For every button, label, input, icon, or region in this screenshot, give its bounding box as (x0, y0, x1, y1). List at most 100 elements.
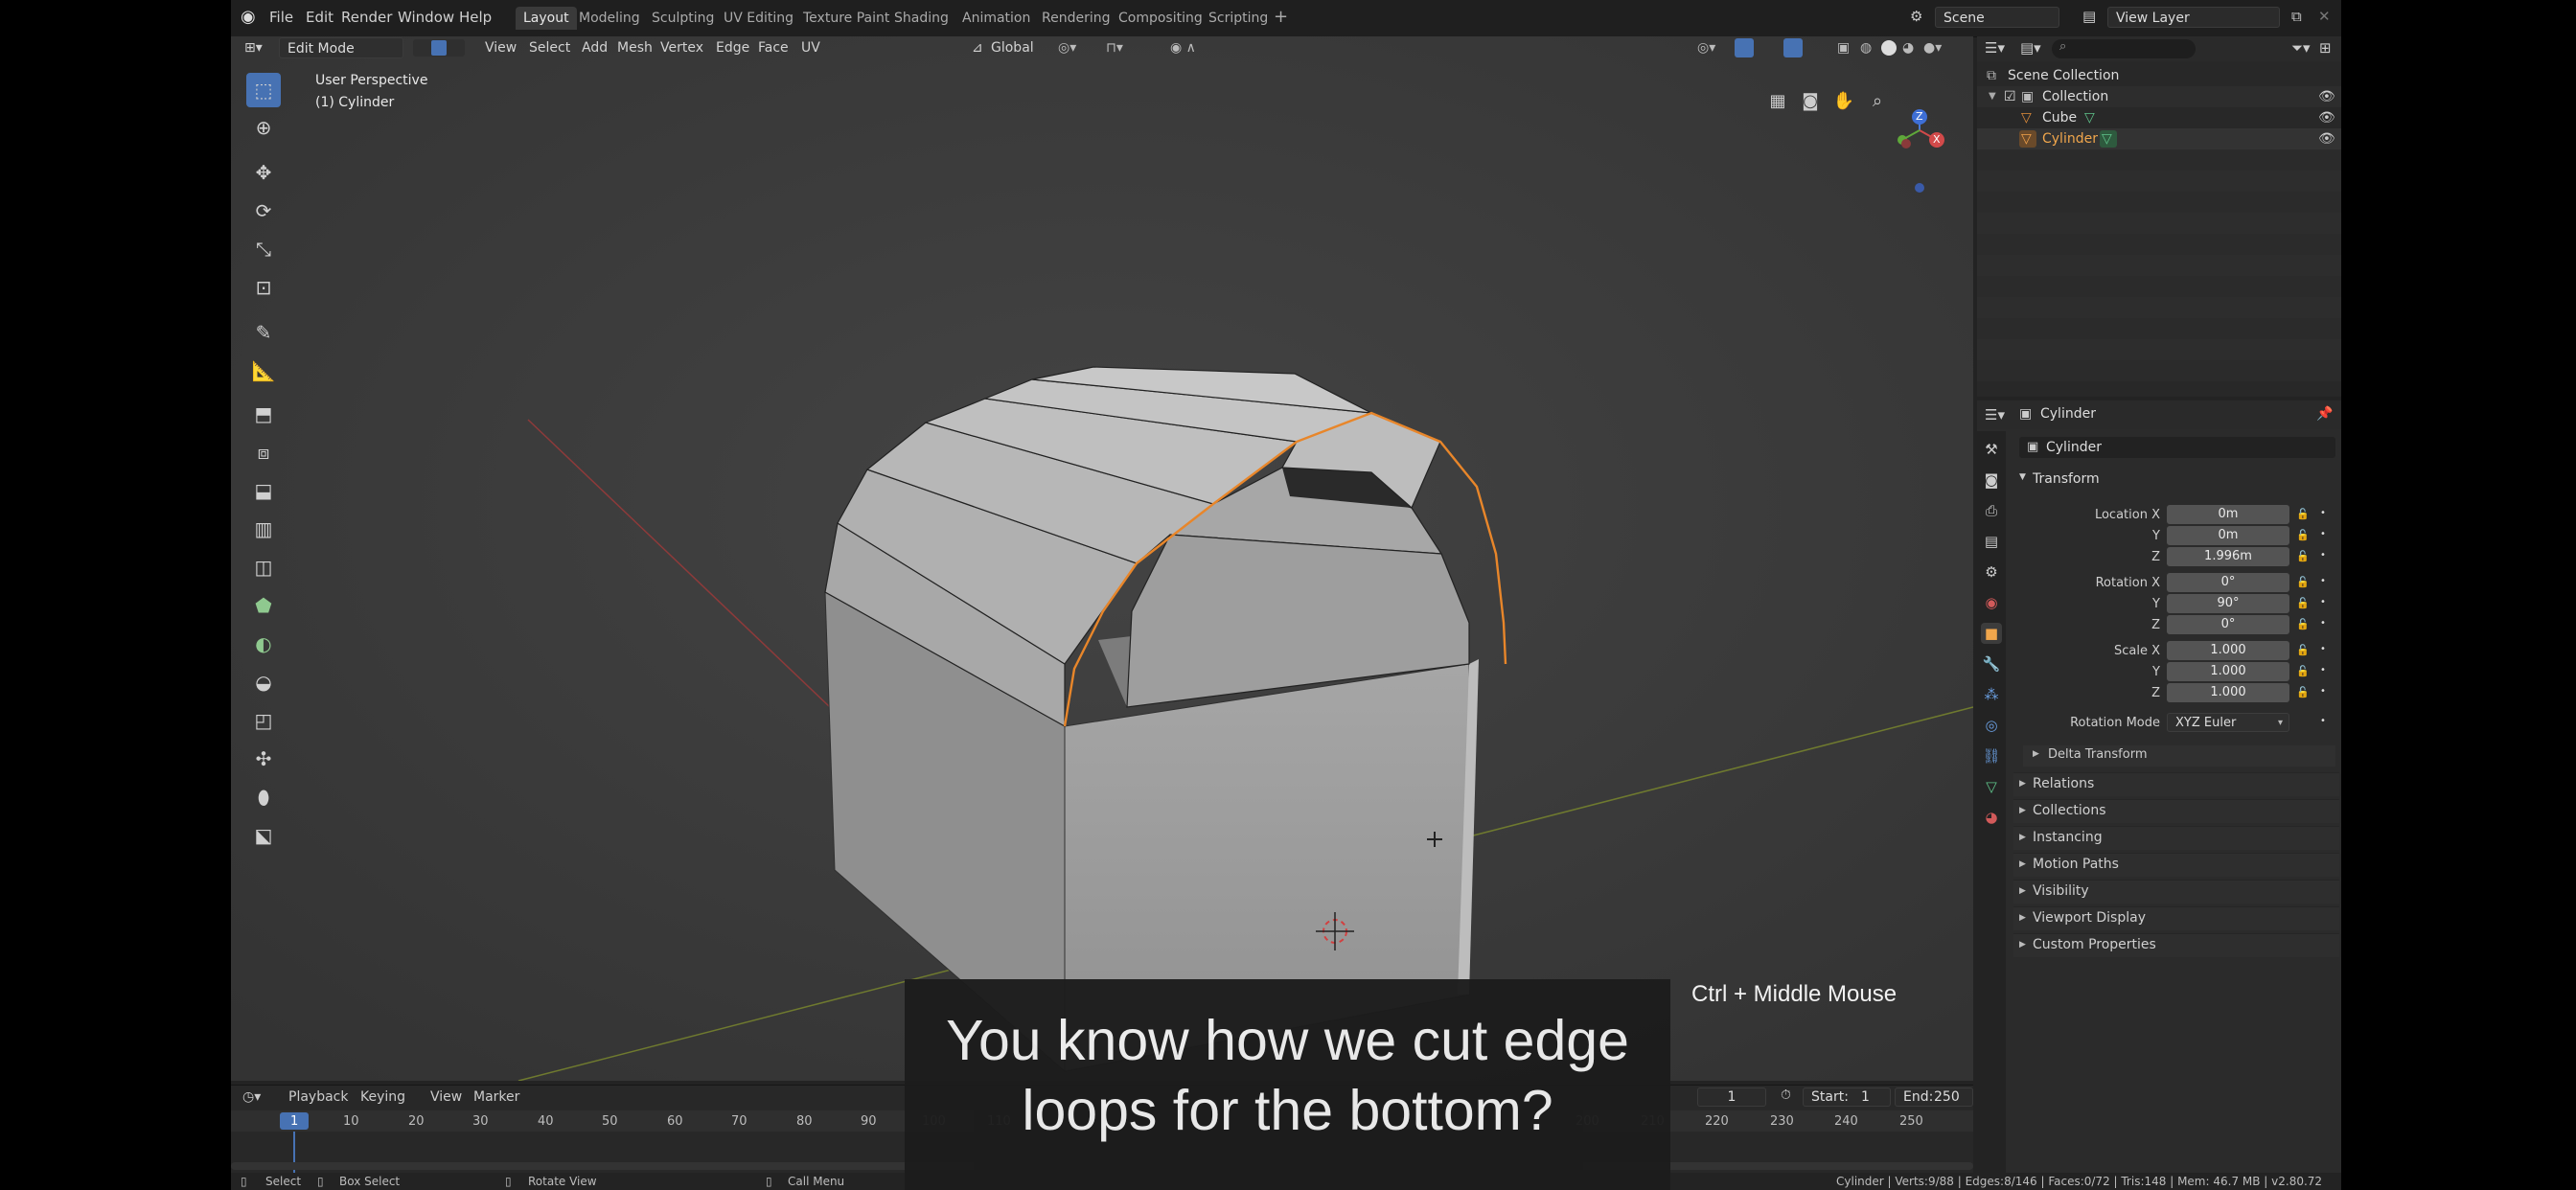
panel-custom-properties[interactable]: ▶ Custom Properties (2013, 933, 2339, 957)
transform-panel-header[interactable]: ▼ Transform (2013, 469, 2339, 492)
panel-motion-paths[interactable]: ▶ Motion Paths (2013, 853, 2339, 877)
outliner-search-input[interactable]: ⌕ (2052, 39, 2196, 58)
header-menu-vertex[interactable]: Vertex (660, 40, 703, 56)
rip-tool-icon[interactable]: ⬕ (246, 818, 281, 853)
workspace-tab-rendering[interactable]: Rendering (1034, 7, 1118, 30)
lock-icon[interactable]: 🔓 (2296, 550, 2310, 562)
inset-tool-icon[interactable]: ⧈ (246, 435, 281, 469)
location-y-field[interactable]: 0m (2167, 526, 2289, 545)
snap-icon[interactable]: ⊓▾ (1106, 40, 1123, 56)
menu-window[interactable]: Window (398, 9, 454, 26)
lock-icon[interactable]: 🔓 (2296, 618, 2310, 630)
timeline-menu-marker[interactable]: Marker (473, 1089, 519, 1105)
shrink-fatten-tool-icon[interactable]: ✣ (246, 742, 281, 776)
keyframe-dot-icon[interactable]: • (2320, 550, 2326, 561)
material-shading-icon[interactable]: ◕ (1902, 40, 1914, 56)
menu-edit[interactable]: Edit (306, 9, 334, 26)
pin-icon[interactable]: 📌 (2316, 406, 2333, 422)
keyframe-dot-icon[interactable]: • (2320, 597, 2326, 607)
keyframe-dot-icon[interactable]: • (2320, 644, 2326, 654)
panel-instancing[interactable]: ▶ Instancing (2013, 826, 2339, 850)
workspace-tab-texture-paint[interactable]: Texture Paint (795, 7, 897, 30)
rotation-z-field[interactable]: 0° (2167, 615, 2289, 634)
workspace-tab-animation[interactable]: Animation (954, 7, 1038, 30)
outliner-editor-icon[interactable]: ☰▾ (1985, 39, 2005, 57)
particles-tab-icon[interactable]: ⁂ (1981, 684, 2002, 705)
start-frame-field[interactable]: Start: 1 (1803, 1087, 1891, 1107)
lock-icon[interactable]: 🔓 (2296, 529, 2310, 541)
location-x-field[interactable]: 0m (2167, 505, 2289, 524)
tool-tab-icon[interactable]: ⚒ (1981, 439, 2002, 460)
output-tab-icon[interactable]: ⎙ (1981, 500, 2002, 521)
keyframe-dot-icon[interactable]: • (2320, 508, 2326, 518)
rendered-shading-icon[interactable]: ●▾ (1923, 40, 1942, 56)
edge-select-icon[interactable] (431, 40, 447, 56)
outliner-row-cube[interactable]: ▽ Cube ▽ 👁 (1977, 107, 2341, 128)
keyframe-dot-icon[interactable]: • (2320, 618, 2326, 629)
delta-transform-subpanel[interactable]: ▶ Delta Transform (2023, 745, 2335, 767)
panel-collections[interactable]: ▶ Collections (2013, 799, 2339, 823)
eye-icon[interactable]: 👁 (2318, 128, 2335, 149)
move-tool-icon[interactable]: ✥ (246, 155, 281, 190)
header-menu-mesh[interactable]: Mesh (617, 40, 653, 56)
lock-icon[interactable]: 🔓 (2296, 644, 2310, 656)
smooth-tool-icon[interactable]: ◒ (246, 665, 281, 699)
keyframe-dot-icon[interactable]: • (2320, 576, 2326, 586)
header-menu-add[interactable]: Add (582, 40, 608, 56)
shear-tool-icon[interactable]: ⬮ (246, 780, 281, 814)
lock-icon[interactable]: 🔓 (2296, 508, 2310, 520)
blender-logo-icon[interactable]: ◉ (241, 7, 256, 27)
extrude-tool-icon[interactable]: ⬒ (246, 397, 281, 431)
panel-relations[interactable]: ▶ Relations (2013, 772, 2339, 796)
xray-icon[interactable]: ▣ (1837, 40, 1850, 56)
lock-icon[interactable]: 🔓 (2296, 665, 2310, 677)
view-layer-field[interactable]: View Layer (2107, 7, 2280, 28)
data-tab-icon[interactable]: ▽ (1981, 776, 2002, 797)
camera-view-icon[interactable]: ◙ (1796, 86, 1825, 115)
bevel-tool-icon[interactable]: ⬓ (246, 473, 281, 508)
render-tab-icon[interactable]: ◙ (1981, 469, 2002, 491)
solid-shading-icon[interactable] (1881, 40, 1897, 56)
header-menu-uv[interactable]: UV (801, 40, 820, 56)
toggle-camera-grid-icon[interactable]: ▦ (1763, 86, 1792, 115)
filter-icon[interactable]: ⏷▾ (2291, 39, 2311, 57)
rotation-y-field[interactable]: 90° (2167, 594, 2289, 613)
workspace-tab-layout[interactable]: Layout (516, 7, 577, 30)
pivot-icon[interactable]: ◎▾ (1058, 40, 1076, 56)
scale-y-field[interactable]: 1.000 (2167, 662, 2289, 681)
object-name-field[interactable]: ▣ Cylinder (2019, 437, 2335, 458)
editor-type-icon[interactable]: ⊞▾ (244, 40, 263, 56)
rotation-x-field[interactable]: 0° (2167, 573, 2289, 592)
scale-z-field[interactable]: 1.000 (2167, 683, 2289, 702)
proportional-edit-icon[interactable]: ◉ ∧ (1170, 40, 1196, 56)
outliner-row-scene-collection[interactable]: ⧉ Scene Collection (1977, 65, 2341, 86)
close-icon[interactable]: ✕ (2318, 8, 2331, 25)
keyframe-dot-icon[interactable]: • (2320, 665, 2326, 675)
wireframe-shading-icon[interactable]: ◍ (1860, 40, 1872, 56)
modifier-tab-icon[interactable]: 🔧 (1981, 653, 2002, 675)
edge-slide-tool-icon[interactable]: ◰ (246, 703, 281, 738)
orientation-icon[interactable]: ⊿ (972, 40, 983, 56)
overlay-toggle-icon[interactable] (1783, 38, 1803, 57)
timeline-menu-view[interactable]: View (430, 1089, 462, 1105)
header-menu-edge[interactable]: Edge (716, 40, 749, 56)
rotate-tool-icon[interactable]: ⟳ (246, 194, 281, 228)
pan-view-icon[interactable]: ✋ (1829, 86, 1858, 115)
physics-tab-icon[interactable]: ◎ (1981, 715, 2002, 736)
rotation-mode-dropdown[interactable]: XYZ Euler ▾ (2167, 713, 2289, 732)
scene-tab-icon[interactable]: ⚙ (1981, 561, 2002, 583)
zoom-view-icon[interactable]: ⌕ (1863, 86, 1892, 115)
spin-tool-icon[interactable]: ◐ (246, 627, 281, 661)
lock-icon[interactable]: 🔓 (2296, 597, 2310, 609)
world-tab-icon[interactable]: ◉ (1981, 592, 2002, 613)
header-menu-select[interactable]: Select (529, 40, 570, 56)
keyframe-dot-icon[interactable]: • (2320, 716, 2326, 726)
menu-render[interactable]: Render (341, 9, 392, 26)
keyframe-dot-icon[interactable]: • (2320, 686, 2326, 697)
material-tab-icon[interactable]: ◕ (1981, 807, 2002, 828)
visibility-icon[interactable]: ◎▾ (1697, 40, 1715, 56)
workspace-tab-compositing[interactable]: Compositing (1111, 7, 1210, 30)
location-z-field[interactable]: 1.996m (2167, 547, 2289, 566)
expand-arrow-icon[interactable]: ▼ (1989, 86, 1996, 107)
end-frame-field[interactable]: End: 250 (1895, 1087, 1973, 1107)
